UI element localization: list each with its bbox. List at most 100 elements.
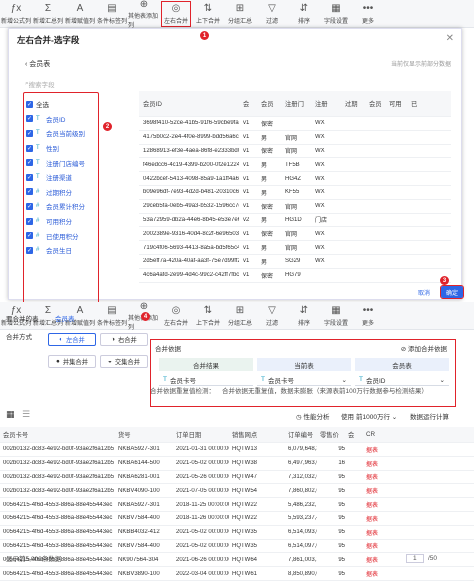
table-cell: 2002389e-9316-40d4-8c2f-6e965030ce1c bbox=[143, 230, 239, 237]
intersect-merge-button[interactable]: ◒ 交集合并 bbox=[100, 355, 148, 368]
dialog-title: 左右合并-选字段 bbox=[17, 35, 80, 45]
tool-sort[interactable]: ⇵ 排序 bbox=[288, 302, 320, 330]
checkbox-checked-icon[interactable]: ✓ bbox=[26, 144, 33, 152]
cancel-button[interactable]: 取消 bbox=[411, 286, 437, 298]
table-cell: 官网 bbox=[285, 135, 298, 142]
tool-assign[interactable]: A 新增赋值列 bbox=[64, 0, 96, 28]
tool-summary[interactable]: Σ 新增汇总列 bbox=[32, 0, 64, 28]
table-row: 29ceb5fa-0eb5-49a3-b532-1596cc7deda6 v1 保密… bbox=[139, 200, 451, 214]
tool-group[interactable]: ⊞ 分组汇总 bbox=[224, 302, 256, 330]
field-item[interactable]: ✓ # 会员累计积分 bbox=[26, 199, 96, 214]
checkbox-checked-icon[interactable]: ✓ bbox=[26, 159, 33, 167]
field-type-icon: T bbox=[36, 130, 40, 137]
column-header: 会 bbox=[348, 432, 355, 439]
field-item[interactable]: ✓ # 会员生日 bbox=[26, 243, 96, 258]
checkbox-checked-icon[interactable]: ✓ bbox=[26, 100, 33, 108]
table-cell: 5,486,232,776 bbox=[288, 501, 317, 508]
field-item[interactable]: ✓ # 可用积分 bbox=[26, 214, 96, 229]
checkbox-checked-icon[interactable]: ✓ bbox=[26, 188, 33, 196]
union-merge-button[interactable]: ● 并集合并 bbox=[48, 355, 96, 368]
tool-lr-merge[interactable]: ◎ 左右合并 bbox=[160, 302, 192, 330]
merge-table-value[interactable]: 会员表 bbox=[55, 313, 75, 323]
field-search[interactable]: ⌕ 搜索字段 bbox=[25, 78, 105, 89]
field-item[interactable]: ✓ # 过期积分 bbox=[26, 185, 96, 200]
checkbox-checked-icon[interactable]: ✓ bbox=[26, 217, 33, 225]
tool-condition[interactable]: ▤ 条件标签列 bbox=[96, 0, 128, 28]
checkbox-checked-icon[interactable]: ✓ bbox=[26, 129, 33, 137]
tool-lr-merge[interactable]: ◎ 左右合并 bbox=[160, 0, 192, 28]
table-cell: 男 bbox=[261, 190, 268, 197]
data-perf-label: 数据运行计算 bbox=[410, 414, 449, 421]
tool-ud-merge[interactable]: ⇅ 上下合并 bbox=[192, 302, 224, 330]
table-cell: 6,514,097,043 bbox=[288, 542, 317, 549]
ok-button[interactable]: 确定 bbox=[440, 285, 464, 299]
checkbox-checked-icon[interactable]: ✓ bbox=[26, 232, 33, 240]
field-item[interactable]: ✓ T 性别 bbox=[26, 141, 96, 156]
table-cell: 据表 bbox=[366, 572, 379, 579]
tool-filter[interactable]: ▽ 过滤 bbox=[256, 0, 288, 28]
field-type-icon: T bbox=[36, 159, 40, 166]
table-row: 0422bcef-5413-4098-85a9-1a1ff4a65b27 v1 男 H… bbox=[139, 172, 451, 186]
assign-icon: A bbox=[76, 3, 84, 14]
union-merge-icon: ● bbox=[56, 358, 60, 365]
tool-other[interactable]: ⊕ 其他表添加列 bbox=[128, 0, 160, 29]
table-cell: 12868913-ef3e-4aea-86f8-e2333bd0eee8 bbox=[143, 147, 239, 154]
table-cell: 2022-03-04 00:00:00 bbox=[176, 570, 229, 577]
checkbox-checked-icon[interactable]: ✓ bbox=[26, 202, 33, 210]
field-type-icon: # bbox=[36, 218, 40, 225]
field-item[interactable]: ✓ T 注册门店编号 bbox=[26, 155, 96, 170]
table-cell: 95 bbox=[338, 473, 345, 480]
perf-button[interactable]: ◷ 性能分析 bbox=[296, 411, 329, 421]
tool-field-setting[interactable]: ▦ 字段设置 bbox=[320, 302, 352, 330]
list-icon[interactable]: ☰ bbox=[22, 409, 30, 420]
checkbox-checked-icon[interactable]: ✓ bbox=[26, 173, 33, 181]
field-item[interactable]: ✓ T 注册渠道 bbox=[26, 170, 96, 185]
condition-icon: ▤ bbox=[107, 3, 117, 14]
tool-more[interactable]: ••• 更多 bbox=[352, 302, 384, 330]
grid-icon[interactable]: ▦ bbox=[6, 409, 15, 420]
back-link[interactable]: ‹ 会员表 bbox=[25, 59, 50, 69]
table-cell: 002b0132-dc83-4e92-bd0f-93ae2f6a12b5 bbox=[3, 460, 115, 467]
table-cell: 据表 bbox=[366, 461, 379, 468]
table-cell: v1 bbox=[243, 147, 250, 154]
field-item[interactable]: ✓ T 会员ID bbox=[26, 112, 96, 127]
field-item[interactable]: ✓ 全选 bbox=[26, 97, 96, 112]
page-input[interactable]: 1 bbox=[406, 553, 424, 563]
close-icon[interactable]: ✕ bbox=[446, 33, 454, 44]
tool-sort[interactable]: ⇵ 排序 bbox=[288, 0, 320, 28]
toolbar-top: ƒx 新增公式列 Σ 新增汇总列 A 新增赋值列 ▤ 条件标签列 ⊕ 其他表添加列 ◎ 左右合并 ⇅ 上下… bbox=[0, 0, 474, 29]
add-basis-button[interactable]: ⊘ 添加合并依据 bbox=[401, 343, 447, 353]
checkbox-checked-icon[interactable]: ✓ bbox=[26, 246, 33, 254]
tool-more[interactable]: ••• 更多 bbox=[352, 0, 384, 28]
right-merge-button[interactable]: ◑ 右合并 bbox=[100, 333, 148, 346]
table-cell: HG4Z bbox=[285, 175, 302, 182]
table-cell: 002b0132-dc83-4e92-bd0f-93ae2f6a12b5 bbox=[3, 487, 115, 494]
merge-basis-label: 合并依据 bbox=[155, 346, 181, 353]
tool-group[interactable]: ⊞ 分组汇总 bbox=[224, 0, 256, 28]
table-row: 00564215-4f6d-4553-886a-88e455443ec NKBA5… bbox=[0, 498, 474, 512]
table-cell: KF55 bbox=[285, 189, 300, 196]
column-header: CR bbox=[366, 431, 376, 438]
tool-condition[interactable]: ▤ 条件标签列 bbox=[96, 302, 128, 330]
field-item[interactable]: ✓ T 会员当前级别 bbox=[26, 126, 96, 141]
tool-formula[interactable]: ƒx 新增公式列 bbox=[0, 0, 32, 28]
table-cell: 95 bbox=[338, 515, 345, 522]
tool-ud-merge[interactable]: ⇅ 上下合并 bbox=[192, 0, 224, 28]
left-merge-button[interactable]: ◐ 左合并 bbox=[48, 333, 96, 346]
rows-select[interactable]: 前1000万行 ⌄ bbox=[356, 411, 397, 421]
table-cell: 保密 bbox=[261, 149, 274, 156]
tool-label: 分组汇总 bbox=[227, 321, 252, 327]
tool-label: 其他表添加列 bbox=[128, 14, 159, 29]
tool-label: 过滤 bbox=[265, 321, 278, 327]
field-item[interactable]: ✓ # 已使用积分 bbox=[26, 228, 96, 243]
table-cell: 男 bbox=[261, 246, 268, 253]
tool-field-setting[interactable]: ▦ 字段设置 bbox=[320, 0, 352, 28]
checkbox-checked-icon[interactable]: ✓ bbox=[26, 115, 33, 123]
lr-merge-icon: ◎ bbox=[171, 3, 181, 14]
table-cell: 7,860,802,658 bbox=[288, 487, 317, 494]
table-cell: 保密 bbox=[261, 204, 274, 211]
more-icon: ••• bbox=[362, 3, 374, 14]
table-cell: WX bbox=[315, 161, 325, 168]
row-count: 显示前5,000条数据 bbox=[6, 556, 62, 563]
tool-filter[interactable]: ▽ 过滤 bbox=[256, 302, 288, 330]
